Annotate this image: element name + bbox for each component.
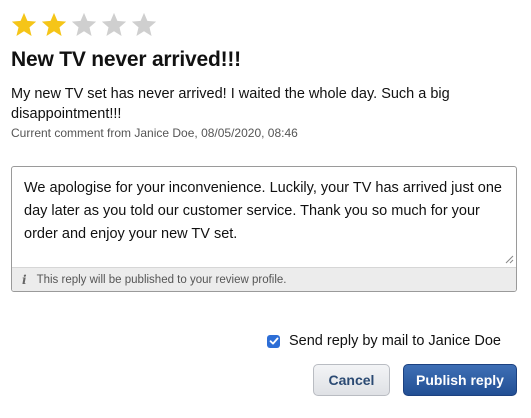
reply-textarea[interactable]: We apologise for your inconvenience. Luc… bbox=[12, 167, 516, 267]
send-mail-checkbox[interactable] bbox=[267, 334, 280, 348]
resize-grip-icon[interactable] bbox=[504, 254, 514, 264]
checkmark-icon bbox=[269, 337, 279, 345]
cancel-button[interactable]: Cancel bbox=[313, 364, 390, 396]
star-filled-icon bbox=[41, 12, 67, 36]
info-icon: i bbox=[22, 272, 27, 287]
star-filled-icon bbox=[11, 12, 37, 36]
rating-stars bbox=[10, 11, 158, 39]
star-empty-icon bbox=[71, 12, 97, 36]
send-mail-label: Send reply by mail to Janice Doe bbox=[289, 333, 501, 349]
reply-hint-bar: i This reply will be published to your r… bbox=[12, 267, 516, 291]
reply-box: We apologise for your inconvenience. Luc… bbox=[11, 166, 517, 292]
review-body: My new TV set has never arrived! I waite… bbox=[11, 86, 450, 122]
star-empty-icon bbox=[131, 12, 157, 36]
reply-hint-text: This reply will be published to your rev… bbox=[36, 273, 287, 286]
send-mail-option[interactable]: Send reply by mail to Janice Doe bbox=[267, 333, 501, 349]
publish-reply-button[interactable]: Publish reply bbox=[403, 364, 517, 396]
review-title: New TV never arrived!!! bbox=[11, 48, 241, 71]
review-meta: Current comment from Janice Doe, 08/05/2… bbox=[11, 126, 298, 140]
star-empty-icon bbox=[101, 12, 127, 36]
